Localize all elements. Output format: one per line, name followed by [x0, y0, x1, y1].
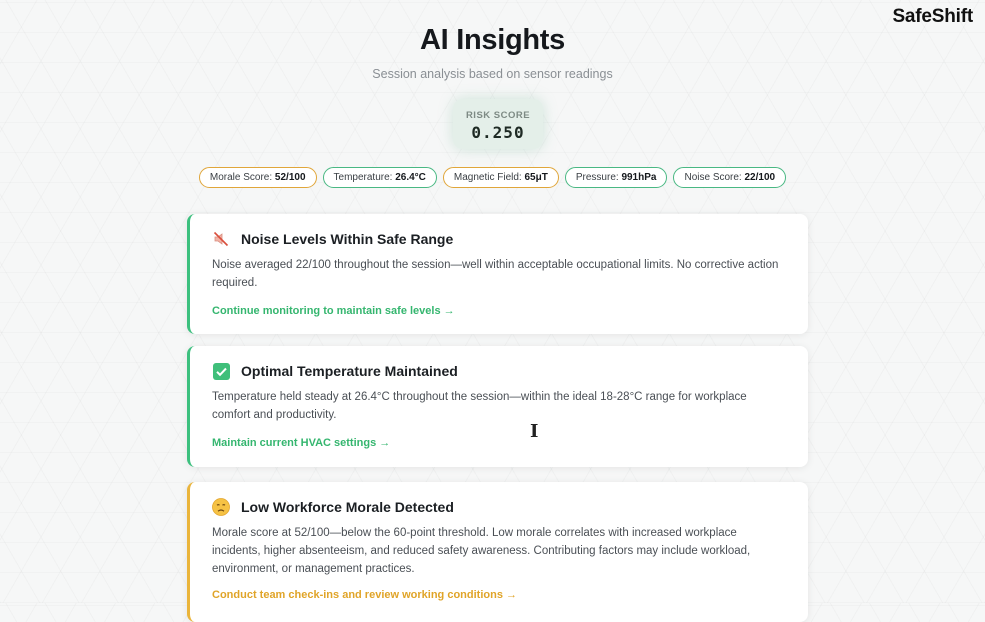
sad-face-icon — [212, 498, 230, 516]
metric-value: 52/100 — [274, 172, 306, 183]
page-header: AI Insights Session analysis based on se… — [0, 24, 985, 81]
muted-speaker-icon — [212, 230, 230, 248]
insight-title: Low Workforce Morale Detected — [212, 498, 454, 516]
insight-body: Noise averaged 22/100 throughout the ses… — [212, 259, 779, 289]
metric-chip-magnetic-field: Magnetic Field: 65μT — [442, 167, 559, 188]
insight-action-link[interactable]: Continue monitoring to maintain safe lev… — [212, 305, 455, 317]
insight-body: Temperature held steady at 26.4°C throug… — [212, 391, 747, 421]
metric-value: 991hPa — [621, 172, 657, 183]
metric-label: Noise Score: — [684, 172, 742, 183]
metric-value: 65μT — [524, 172, 548, 183]
metric-label: Pressure: — [575, 172, 619, 183]
insight-action-link[interactable]: Conduct team check-ins and review workin… — [212, 589, 517, 601]
text-cursor-icon: I — [530, 421, 539, 442]
metric-label: Morale Score: — [209, 172, 273, 183]
insight-title: Optimal Temperature Maintained — [212, 362, 458, 380]
metric-value: 26.4°C — [395, 172, 426, 183]
metric-value: 22/100 — [744, 172, 776, 183]
page-title: AI Insights — [420, 24, 565, 56]
metric-chip-temperature: Temperature: 26.4°C — [322, 167, 437, 188]
metric-chip-morale: Morale Score: 52/100 — [198, 167, 317, 188]
metric-chips: Morale Score: 52/100 Temperature: 26.4°C… — [0, 167, 985, 188]
insight-title-text: Noise Levels Within Safe Range — [241, 231, 454, 247]
insight-card-noise: Noise Levels Within Safe Range Noise ave… — [187, 214, 808, 334]
risk-score-label: RISK SCORE — [465, 110, 531, 121]
risk-score-badge: RISK SCORE 0.250 — [453, 99, 543, 149]
metric-chip-noise: Noise Score: 22/100 — [673, 167, 787, 188]
metric-label: Temperature: — [333, 172, 393, 183]
metric-label: Magnetic Field: — [453, 172, 522, 183]
insight-action-link[interactable]: Maintain current HVAC settings → — [212, 437, 390, 449]
insight-card-temperature: Optimal Temperature Maintained Temperatu… — [187, 346, 808, 467]
insight-title-text: Optimal Temperature Maintained — [241, 363, 458, 379]
insight-body: Morale score at 52/100—below the 60-poin… — [212, 527, 751, 575]
insight-title-text: Low Workforce Morale Detected — [241, 499, 454, 515]
page-subtitle: Session analysis based on sensor reading… — [372, 67, 613, 81]
check-box-icon — [212, 362, 230, 380]
insight-title: Noise Levels Within Safe Range — [212, 230, 453, 248]
risk-score-value: 0.250 — [471, 123, 525, 142]
metric-chip-pressure: Pressure: 991hPa — [564, 167, 668, 188]
insight-card-morale: Low Workforce Morale Detected Morale sco… — [187, 482, 808, 622]
